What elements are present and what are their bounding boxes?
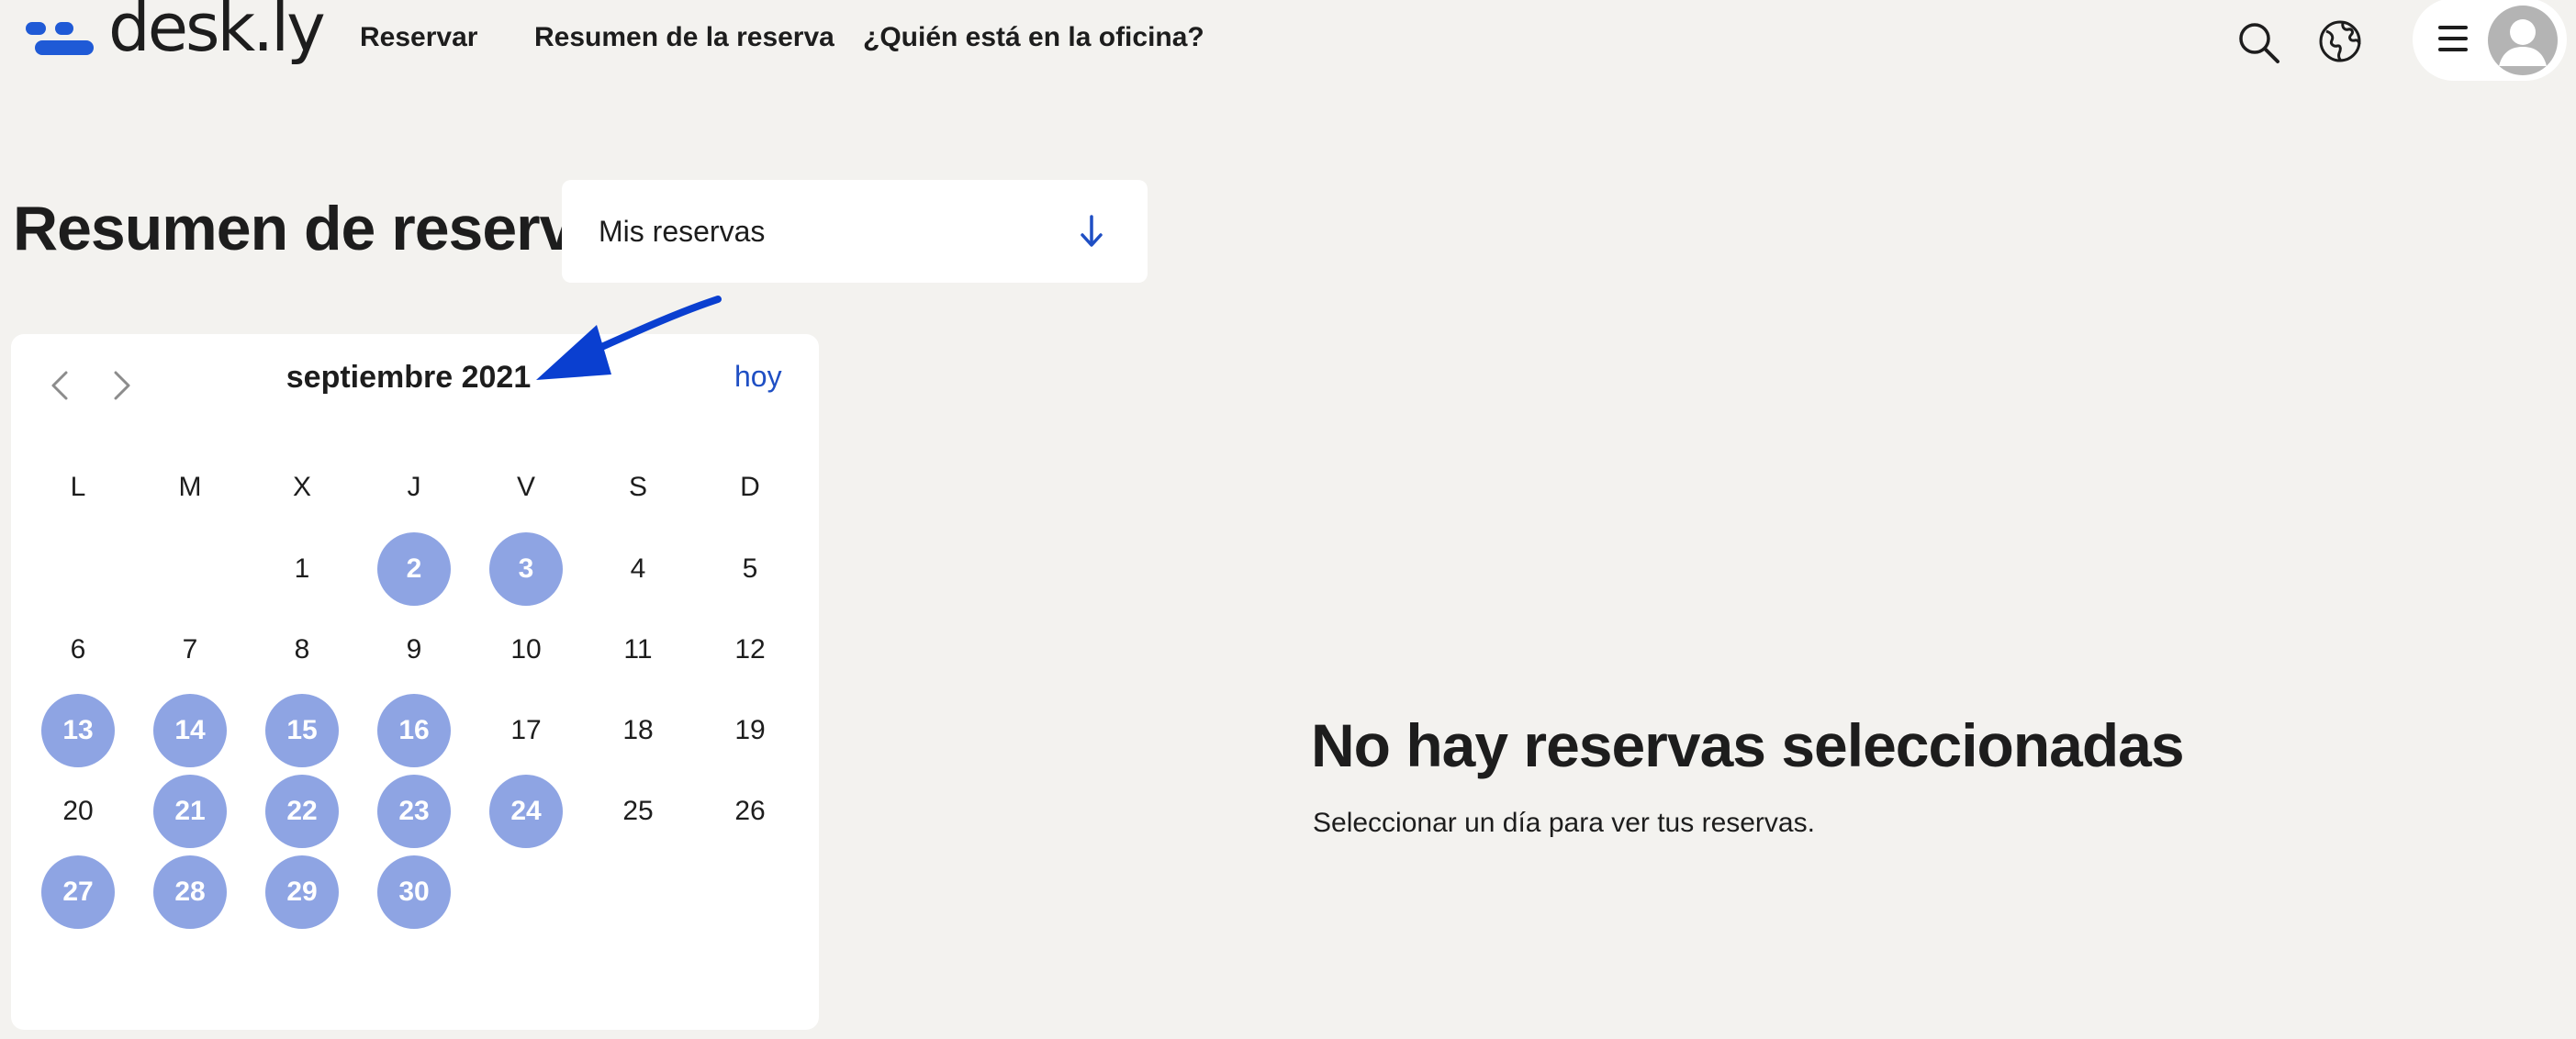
reservations-view-select[interactable]: Mis reservas	[562, 180, 1148, 283]
globe-icon[interactable]	[2317, 18, 2363, 64]
calendar-day-booked[interactable]: 16	[377, 694, 451, 767]
search-icon[interactable]	[2236, 20, 2280, 64]
logo[interactable]: desk.ly	[26, 0, 326, 84]
calendar-day[interactable]: 26	[713, 775, 787, 848]
calendar-day[interactable]: 19	[713, 694, 787, 767]
calendar-day[interactable]: 17	[489, 694, 563, 767]
calendar-day[interactable]: 25	[601, 775, 675, 848]
empty-state-title: No hay reservas seleccionadas	[1311, 711, 2185, 779]
nav-item-resumen-reserva[interactable]: Resumen de la reserva	[534, 22, 834, 53]
calendar-day-booked[interactable]: 14	[153, 694, 227, 767]
calendar-month-label: septiembre 2021	[286, 360, 532, 395]
user-menu-button[interactable]	[2413, 0, 2567, 81]
calendar: septiembre 2021 hoy L M X J V S D 1 2 3 4 5 6 7 8 9 10 11…	[11, 334, 819, 1030]
calendar-day[interactable]: 4	[601, 532, 675, 606]
nav-item-reservar[interactable]: Reservar	[360, 22, 477, 53]
calendar-day[interactable]: 11	[601, 613, 675, 687]
calendar-day-booked[interactable]: 13	[41, 694, 115, 767]
user-silhouette-icon	[2499, 19, 2547, 66]
calendar-day-booked[interactable]: 2	[377, 532, 451, 606]
calendar-day[interactable]: 9	[377, 613, 451, 687]
weekday-label: D	[740, 472, 760, 502]
calendar-day-booked[interactable]: 27	[41, 855, 115, 929]
weekday-label: S	[628, 472, 647, 502]
empty-state-text: Seleccionar un día para ver tus reservas…	[1313, 808, 1815, 838]
weekday-label: M	[178, 472, 202, 502]
calendar-day-booked[interactable]: 15	[265, 694, 339, 767]
logo-text: desk.ly	[108, 0, 326, 66]
calendar-day-booked[interactable]: 3	[489, 532, 563, 606]
weekday-label: L	[70, 472, 86, 502]
calendar-day-booked[interactable]: 24	[489, 775, 563, 848]
weekday-label: V	[516, 472, 535, 502]
avatar	[2488, 6, 2558, 75]
calendar-day[interactable]: 5	[713, 532, 787, 606]
calendar-day-booked[interactable]: 28	[153, 855, 227, 929]
calendar-today-button[interactable]: hoy	[734, 360, 782, 394]
weekday-label: X	[292, 472, 311, 502]
weekday-label: J	[407, 472, 421, 502]
calendar-day[interactable]: 7	[153, 613, 227, 687]
calendar-day[interactable]: 1	[265, 532, 339, 606]
view-select-value: Mis reservas	[599, 215, 766, 248]
calendar-day-booked[interactable]: 22	[265, 775, 339, 848]
page-title: Resumen de reserva	[13, 194, 608, 263]
calendar-day-booked[interactable]: 30	[377, 855, 451, 929]
nav-item-quien-en-oficina[interactable]: ¿Quién está en la oficina?	[863, 22, 1204, 53]
arrow-down-icon[interactable]	[1078, 213, 1105, 250]
calendar-day[interactable]: 18	[601, 694, 675, 767]
calendar-day[interactable]: 12	[713, 613, 787, 687]
hamburger-icon	[2438, 26, 2468, 51]
calendar-day[interactable]: 6	[41, 613, 115, 687]
calendar-day-booked[interactable]: 23	[377, 775, 451, 848]
calendar-day-booked[interactable]: 21	[153, 775, 227, 848]
calendar-day[interactable]: 8	[265, 613, 339, 687]
calendar-day[interactable]: 10	[489, 613, 563, 687]
calendar-day-booked[interactable]: 29	[265, 855, 339, 929]
top-bar: desk.ly Reservar Resumen de la reserva ¿…	[0, 0, 2576, 84]
calendar-day[interactable]: 20	[41, 775, 115, 848]
logo-mark-icon	[26, 22, 95, 59]
